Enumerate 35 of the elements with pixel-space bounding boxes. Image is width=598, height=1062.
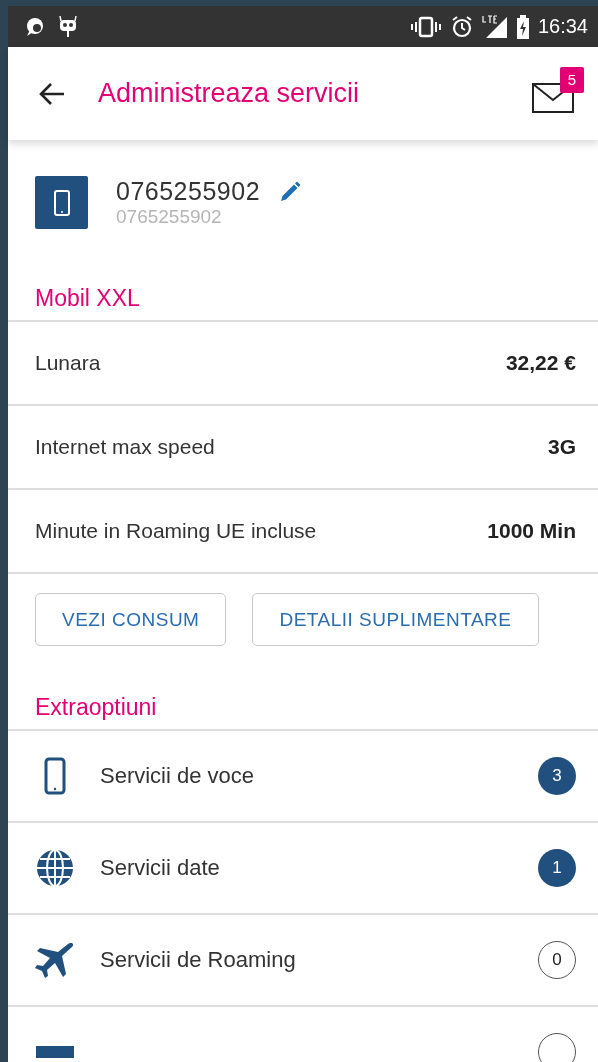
plan-value: 32,22 €	[505, 351, 576, 375]
notification-badge: 5	[560, 66, 584, 93]
page-title: Administreaza servicii	[98, 78, 361, 109]
phone-number: 0765255902	[116, 177, 261, 206]
phone-icon	[44, 757, 66, 795]
battery-icon	[515, 14, 530, 39]
plan-label: Minute in Roaming UE incluse	[35, 519, 317, 543]
section-title: Mobil XXL	[8, 229, 598, 322]
airplane-icon	[35, 940, 75, 980]
phone-subtitle: 0765255902	[116, 206, 223, 228]
plan-label: Internet max speed	[35, 435, 215, 459]
signal-icon	[481, 14, 508, 39]
service-label: Servicii date	[100, 855, 221, 881]
plan-value: 3G	[548, 435, 576, 459]
service-item[interactable]: Servicii date 1	[8, 823, 598, 915]
outline-button[interactable]: DETALII SUPLIMENTARE	[252, 593, 539, 646]
edit-icon[interactable]	[278, 179, 303, 204]
status-time: 16:34	[537, 15, 588, 38]
card-icon	[36, 1046, 74, 1058]
plan-label: Lunara	[35, 351, 101, 375]
back-icon[interactable]	[38, 81, 66, 106]
count-badge: 1	[538, 849, 576, 887]
service-label: Servicii de Roaming	[100, 947, 297, 973]
phone-icon	[35, 176, 88, 229]
section-title: Extraoptiuni	[8, 646, 598, 731]
vibrate-icon	[409, 15, 442, 38]
service-item[interactable]: Servicii de Roaming 0	[8, 915, 598, 1007]
service-item[interactable]: Servicii de voce 3	[8, 731, 598, 823]
outline-button[interactable]: VEZI CONSUM	[35, 593, 227, 646]
globe-icon	[36, 849, 74, 887]
chat-icon	[24, 16, 46, 37]
robot-icon	[58, 15, 78, 38]
count-badge: 3	[538, 757, 576, 795]
service-label: Servicii de voce	[100, 763, 256, 789]
plan-value: 1000 Min	[487, 519, 576, 543]
